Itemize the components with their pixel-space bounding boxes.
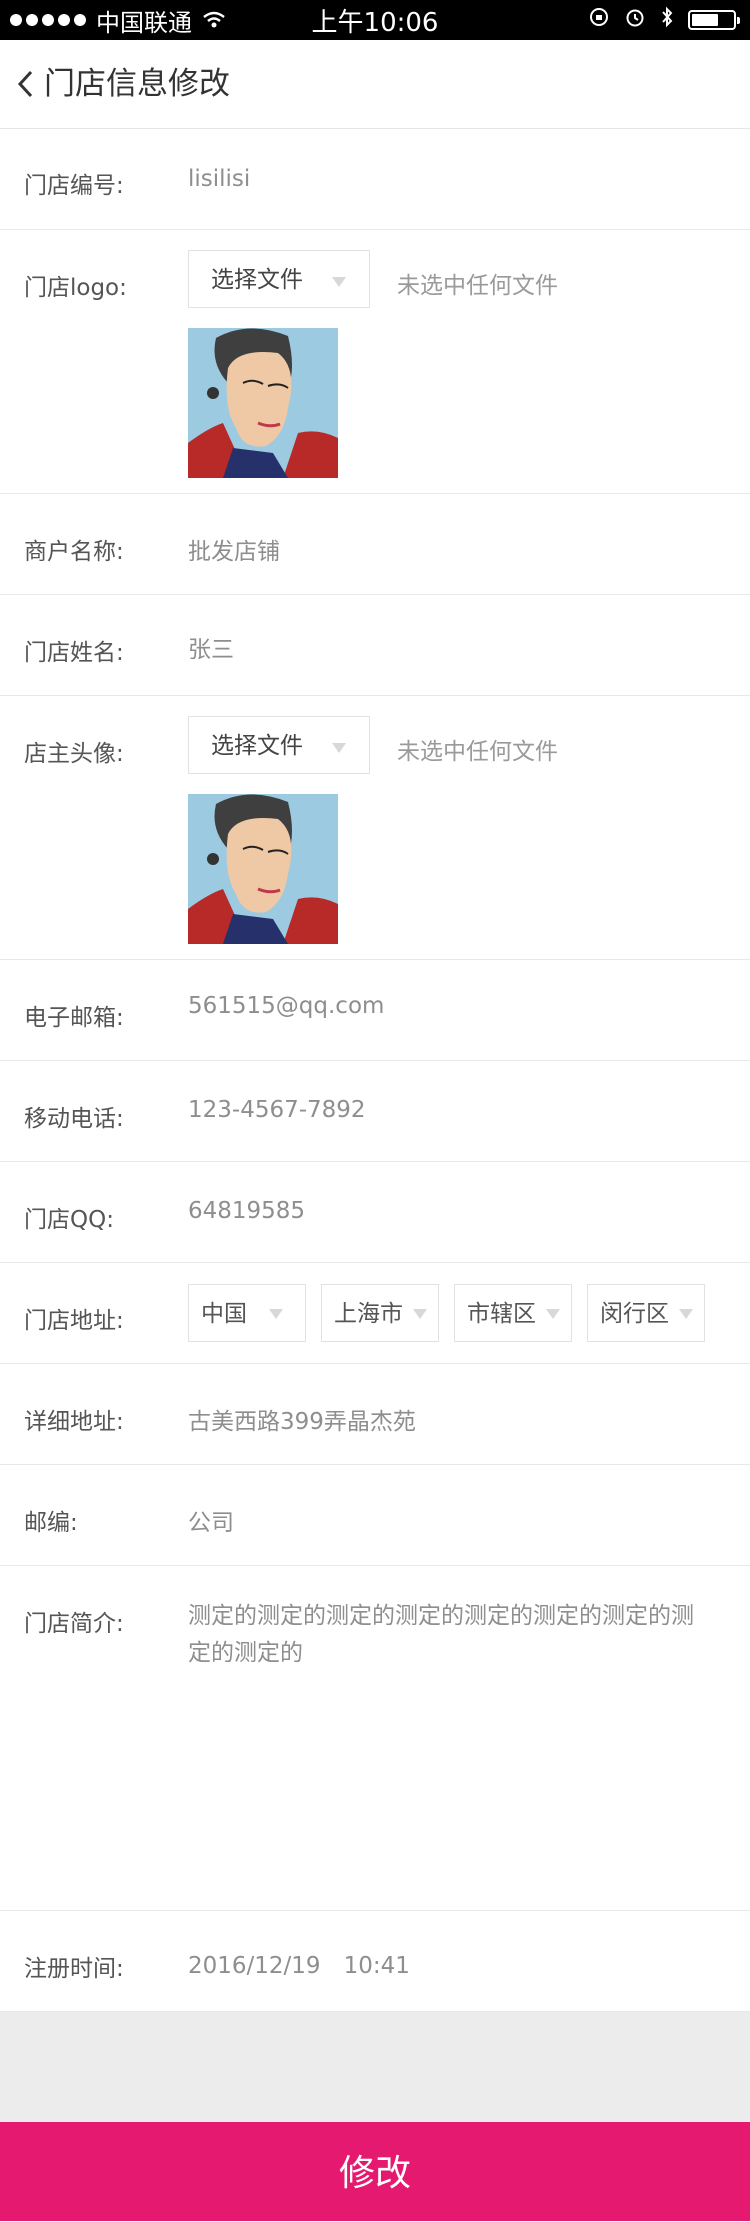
file-button-label: 选择文件 (211, 733, 303, 759)
no-file-text: 未选中任何文件 (397, 273, 558, 299)
register-time-label: 注册时间: (24, 1956, 124, 1982)
district-type-select-value: 市辖区 (467, 1301, 536, 1327)
back-icon[interactable] (10, 64, 40, 104)
submit-button[interactable]: 修改 (0, 2122, 750, 2221)
city-select[interactable]: 上海市 (321, 1284, 439, 1342)
district-type-select[interactable]: 市辖区 (454, 1284, 572, 1342)
owner-avatar-row: 店主头像: 选择文件 未选中任何文件 (0, 696, 750, 960)
no-file-text: 未选中任何文件 (397, 739, 558, 765)
bluetooth-icon (660, 5, 674, 35)
merchant-name-row: 商户名称: 批发店铺 (0, 494, 750, 595)
store-id-row: 门店编号: lisilisi (0, 129, 750, 230)
mobile-row: 移动电话: 123-4567-7892 (0, 1061, 750, 1162)
store-logo-label: 门店logo: (24, 275, 127, 301)
alarm-icon (624, 6, 646, 34)
store-owner-name-row: 门店姓名: 张三 (0, 595, 750, 696)
intro-textarea[interactable]: 测定的测定的测定的测定的测定的测定的测定的测定的测定的 (188, 1598, 708, 1672)
status-right (588, 0, 740, 40)
mobile-field[interactable]: 123-4567-7892 (188, 1097, 366, 1123)
owner-avatar-label: 店主头像: (24, 741, 124, 767)
store-owner-name-label: 门店姓名: (24, 640, 124, 666)
store-logo-row: 门店logo: 选择文件 未选中任何文件 (0, 230, 750, 494)
nav-bar: 门店信息修改 (0, 40, 750, 129)
owner-avatar-file-button[interactable]: 选择文件 (188, 716, 370, 774)
merchant-name-label: 商户名称: (24, 539, 124, 565)
district-select[interactable]: 闵行区 (587, 1284, 705, 1342)
battery-icon (688, 10, 740, 30)
chevron-down-icon (269, 1309, 283, 1319)
page-title: 门店信息修改 (44, 66, 230, 102)
register-time-value: 2016/12/19 10:41 (188, 1953, 410, 1979)
intro-row: 门店简介: 测定的测定的测定的测定的测定的测定的测定的测定的测定的 (0, 1566, 750, 1911)
address-row: 门店地址: 中国 上海市 市辖区 闵行区 (0, 1263, 750, 1364)
merchant-name-value[interactable]: 批发店铺 (188, 532, 280, 566)
wifi-icon (202, 11, 226, 29)
district-select-value: 闵行区 (600, 1301, 669, 1327)
rotation-lock-icon (588, 6, 610, 34)
carrier-name: 中国联通 (96, 8, 192, 37)
mobile-label: 移动电话: (24, 1106, 124, 1132)
email-row: 电子邮箱: 561515@qq.com (0, 960, 750, 1061)
chevron-down-icon (413, 1309, 427, 1319)
postcode-row: 邮编: 公司 (0, 1465, 750, 1566)
postcode-label: 邮编: (24, 1510, 78, 1536)
qq-field[interactable]: 64819585 (188, 1198, 305, 1224)
detail-address-label: 详细地址: (24, 1409, 124, 1435)
register-time-row: 注册时间: 2016/12/19 10:41 (0, 1911, 750, 2012)
signal-dots-icon (10, 14, 86, 26)
battery-level (692, 14, 718, 26)
status-left: 中国联通 (10, 0, 226, 40)
footer-spacer (0, 2012, 750, 2122)
address-label: 门店地址: (24, 1308, 124, 1334)
chevron-down-icon (332, 277, 346, 287)
qq-row: 门店QQ: 64819585 (0, 1162, 750, 1263)
store-id-value[interactable]: lisilisi (188, 166, 250, 192)
postcode-field[interactable]: 公司 (188, 1503, 234, 1537)
qq-label: 门店QQ: (24, 1207, 114, 1233)
email-field[interactable]: 561515@qq.com (188, 993, 384, 1019)
store-logo-image (188, 328, 338, 478)
country-select[interactable]: 中国 (188, 1284, 306, 1342)
status-bar: 中国联通 上午10:06 (0, 0, 750, 40)
store-id-label: 门店编号: (24, 173, 124, 199)
intro-label: 门店简介: (24, 1611, 124, 1637)
store-owner-name-value[interactable]: 张三 (188, 630, 234, 664)
chevron-down-icon (332, 743, 346, 753)
city-select-value: 上海市 (334, 1301, 403, 1327)
email-label: 电子邮箱: (24, 1005, 124, 1031)
chevron-down-icon (679, 1309, 693, 1319)
detail-address-field[interactable]: 古美西路399弄晶杰苑 (188, 1402, 416, 1436)
chevron-down-icon (546, 1309, 560, 1319)
country-select-value: 中国 (201, 1301, 247, 1327)
owner-avatar-image (188, 794, 338, 944)
detail-address-row: 详细地址: 古美西路399弄晶杰苑 (0, 1364, 750, 1465)
file-button-label: 选择文件 (211, 267, 303, 293)
store-logo-file-button[interactable]: 选择文件 (188, 250, 370, 308)
